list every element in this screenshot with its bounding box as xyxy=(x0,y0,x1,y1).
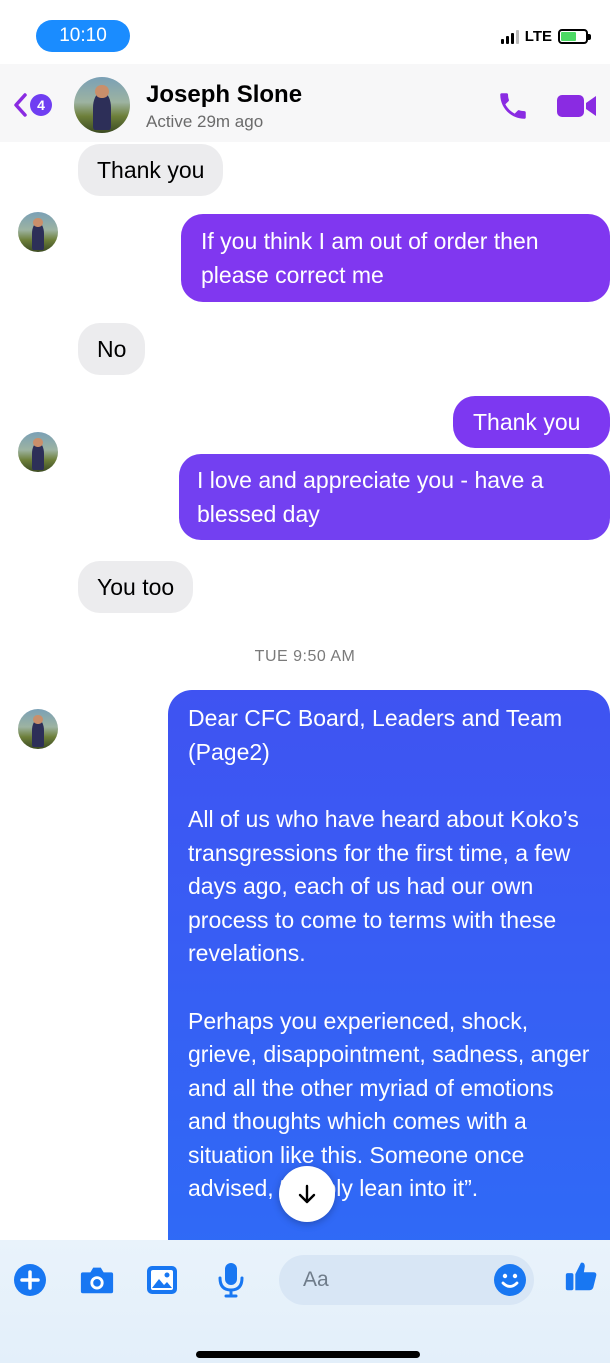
contact-name[interactable]: Joseph Slone xyxy=(146,81,302,109)
thumbs-up-icon[interactable] xyxy=(563,1258,599,1294)
signal-icon xyxy=(500,29,519,44)
plus-icon[interactable] xyxy=(12,1262,48,1298)
chevron-left-icon xyxy=(14,93,27,117)
status-time: 10:10 xyxy=(36,20,130,52)
message-input-placeholder: Aa xyxy=(303,1268,329,1291)
incoming-message[interactable]: You too xyxy=(78,561,194,613)
message-paragraph: Dear CFC Board, Leaders and Team (Page2) xyxy=(188,705,563,765)
sender-avatar xyxy=(18,212,58,252)
unread-count-badge: 4 xyxy=(30,94,52,116)
home-indicator xyxy=(196,1351,420,1358)
image-icon[interactable] xyxy=(144,1262,180,1298)
incoming-message[interactable]: Thank you xyxy=(78,144,224,196)
message-paragraph: Perhaps you experienced, shock, grieve, … xyxy=(188,1007,590,1202)
outgoing-message[interactable]: I love and appreciate you - have a bless… xyxy=(179,454,610,540)
status-indicators: LTE xyxy=(500,28,591,45)
sender-avatar xyxy=(18,709,58,749)
message-timestamp: TUE 9:50 AM xyxy=(254,648,356,665)
outgoing-message[interactable]: Thank you xyxy=(453,396,610,448)
incoming-message[interactable]: No xyxy=(78,323,146,375)
video-camera-icon[interactable] xyxy=(556,92,598,120)
emoji-icon[interactable] xyxy=(492,1262,528,1298)
scroll-to-bottom-button[interactable] xyxy=(279,1166,335,1222)
arrow-down-icon xyxy=(298,1184,316,1204)
outgoing-long-message[interactable]: Dear CFC Board, Leaders and Team (Page2)… xyxy=(168,690,610,1250)
camera-icon[interactable] xyxy=(79,1262,115,1298)
active-status: Active 29m ago xyxy=(146,112,264,131)
back-button[interactable]: 4 xyxy=(12,92,52,118)
outgoing-message[interactable]: If you think I am out of order then plea… xyxy=(181,214,610,302)
battery-icon xyxy=(558,29,591,44)
contact-avatar[interactable] xyxy=(74,77,130,133)
message-paragraph: All of us who have heard about Koko’s tr… xyxy=(188,806,579,966)
sender-avatar xyxy=(18,432,58,472)
microphone-icon[interactable] xyxy=(213,1262,249,1298)
network-label: LTE xyxy=(524,28,552,45)
phone-icon[interactable] xyxy=(496,89,530,123)
